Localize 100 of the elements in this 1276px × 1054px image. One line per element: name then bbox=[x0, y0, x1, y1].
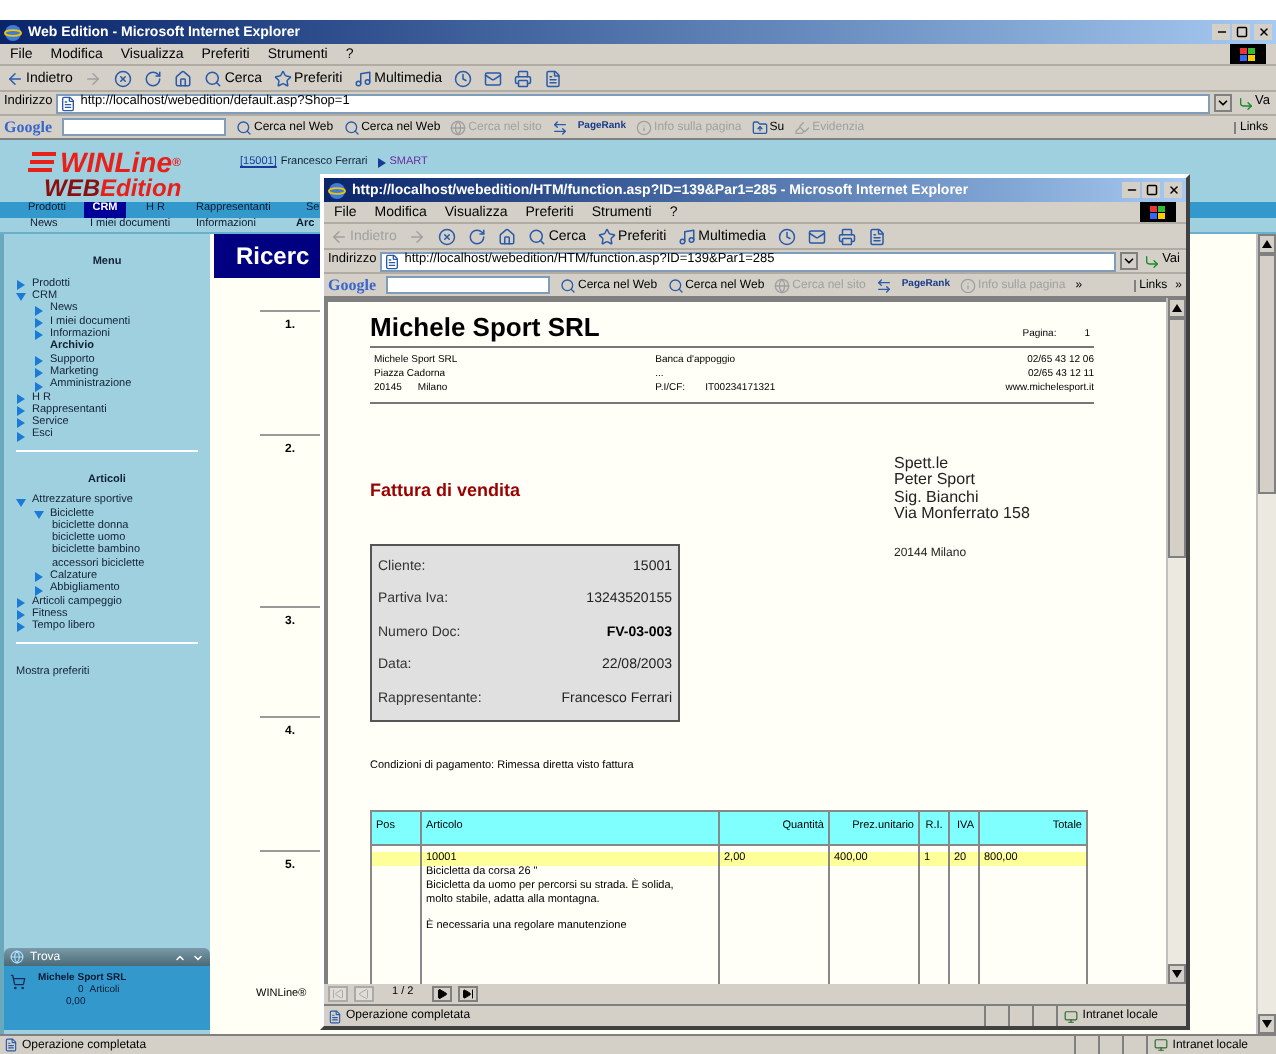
scrollbar[interactable] bbox=[1256, 234, 1276, 1034]
logo-subtitle: WEBEdition bbox=[42, 176, 184, 200]
caret-icon bbox=[1122, 254, 1137, 268]
play-triangle-icon bbox=[377, 158, 386, 169]
stop-button[interactable] bbox=[438, 227, 457, 245]
info-icon bbox=[636, 119, 653, 135]
star-icon bbox=[274, 69, 293, 87]
intranet-icon bbox=[1064, 1009, 1079, 1023]
page-icon bbox=[384, 253, 401, 269]
printer-icon bbox=[838, 227, 857, 245]
globe-icon bbox=[774, 277, 791, 293]
maximize-button[interactable] bbox=[1232, 24, 1250, 40]
home-button[interactable] bbox=[498, 227, 517, 245]
home-icon bbox=[174, 69, 193, 87]
go-arrow-icon bbox=[1144, 253, 1161, 269]
scroll-up-icon[interactable] bbox=[1172, 304, 1182, 312]
next-page-button[interactable] bbox=[431, 986, 452, 1002]
back-arrow-icon bbox=[330, 227, 348, 245]
browser-icon bbox=[4, 23, 22, 41]
close-button[interactable] bbox=[1164, 182, 1182, 198]
refresh-icon bbox=[144, 69, 163, 87]
stop-button[interactable] bbox=[114, 69, 133, 87]
globe-icon bbox=[10, 950, 24, 964]
windows-flag-icon bbox=[1140, 202, 1176, 222]
cart-icon bbox=[10, 974, 26, 990]
printer-icon bbox=[514, 69, 533, 87]
forward-arrow-icon bbox=[408, 227, 427, 245]
arrows-button[interactable] bbox=[551, 119, 568, 135]
search-field[interactable] bbox=[386, 276, 550, 294]
scroll-down-icon[interactable] bbox=[1172, 970, 1182, 978]
refresh-button[interactable] bbox=[144, 69, 163, 87]
edit-button[interactable] bbox=[868, 227, 887, 245]
google-logo: Google bbox=[328, 277, 376, 293]
search-icon bbox=[204, 69, 223, 87]
dropdown-button[interactable] bbox=[1213, 94, 1232, 112]
home-button[interactable] bbox=[174, 69, 193, 87]
recipient-line: Sig. Bianchi bbox=[894, 489, 981, 506]
page-icon bbox=[60, 95, 77, 111]
expand-icon[interactable] bbox=[192, 951, 204, 963]
maximize-icon bbox=[1145, 184, 1157, 196]
collapse-icon[interactable] bbox=[174, 951, 186, 963]
music-note-icon bbox=[354, 69, 373, 87]
minimize-button[interactable] bbox=[1122, 182, 1140, 198]
globe-icon bbox=[450, 119, 467, 135]
search-field[interactable] bbox=[62, 118, 226, 136]
info-icon bbox=[960, 277, 977, 293]
music-note-icon bbox=[678, 227, 697, 245]
refresh-button[interactable] bbox=[468, 227, 487, 245]
search-icon bbox=[236, 119, 252, 135]
close-button[interactable] bbox=[1254, 24, 1272, 40]
document-title: Fattura di vendita bbox=[370, 482, 523, 500]
mail-icon bbox=[484, 69, 503, 87]
highlighter-icon bbox=[794, 119, 811, 135]
minimize-button[interactable] bbox=[1212, 24, 1230, 40]
previous-page-icon bbox=[358, 988, 370, 1000]
logo-stripes-icon bbox=[28, 152, 56, 172]
go-arrow-icon bbox=[1237, 95, 1254, 111]
print-button[interactable] bbox=[514, 69, 533, 87]
search-icon bbox=[667, 277, 684, 293]
print-button[interactable] bbox=[838, 227, 857, 245]
page-done-icon bbox=[4, 1038, 18, 1052]
close-icon bbox=[1257, 26, 1269, 38]
mail-icon bbox=[808, 227, 827, 245]
recipient-line: Via Monferrato 158 bbox=[894, 505, 1032, 523]
scrollbar[interactable] bbox=[1166, 298, 1186, 984]
left-right-arrow-icon bbox=[875, 277, 892, 293]
back-arrow-icon bbox=[6, 69, 24, 87]
left-right-arrow-icon bbox=[551, 119, 568, 135]
intranet-icon bbox=[1154, 1038, 1169, 1052]
star-icon bbox=[598, 227, 617, 245]
history-button[interactable] bbox=[454, 69, 473, 87]
recipient-line: Peter Sport bbox=[894, 472, 977, 490]
search-icon bbox=[560, 277, 576, 293]
history-button[interactable] bbox=[778, 227, 797, 245]
company-name: Michele Sport SRL bbox=[370, 314, 600, 340]
document-icon bbox=[544, 69, 563, 87]
recipient-line: Spett.le bbox=[894, 456, 951, 472]
maximize-icon bbox=[1235, 26, 1247, 38]
minimize-icon bbox=[1215, 26, 1227, 38]
last-page-button[interactable] bbox=[457, 986, 478, 1002]
refresh-icon bbox=[468, 227, 487, 245]
logo-text: WINLine$^{®}$ bbox=[60, 148, 181, 176]
page-done-icon bbox=[328, 1009, 342, 1023]
search-icon bbox=[528, 227, 547, 245]
scroll-up-icon[interactable] bbox=[1262, 240, 1272, 248]
folder-up-icon bbox=[751, 119, 768, 135]
dropdown-button[interactable] bbox=[1120, 252, 1139, 270]
mail-button[interactable] bbox=[484, 69, 503, 87]
edit-button[interactable] bbox=[544, 69, 563, 87]
arrows-button[interactable] bbox=[875, 277, 892, 293]
stop-icon bbox=[114, 69, 133, 87]
minimize-icon bbox=[1125, 184, 1137, 196]
windows-flag-icon bbox=[1230, 44, 1266, 64]
search-icon bbox=[343, 119, 360, 135]
stop-icon bbox=[438, 227, 457, 245]
close-icon bbox=[1167, 184, 1179, 196]
section-heading: Ricerc bbox=[214, 234, 324, 278]
scroll-down-icon[interactable] bbox=[1262, 1020, 1272, 1028]
mail-button[interactable] bbox=[808, 227, 827, 245]
maximize-button[interactable] bbox=[1142, 182, 1160, 198]
